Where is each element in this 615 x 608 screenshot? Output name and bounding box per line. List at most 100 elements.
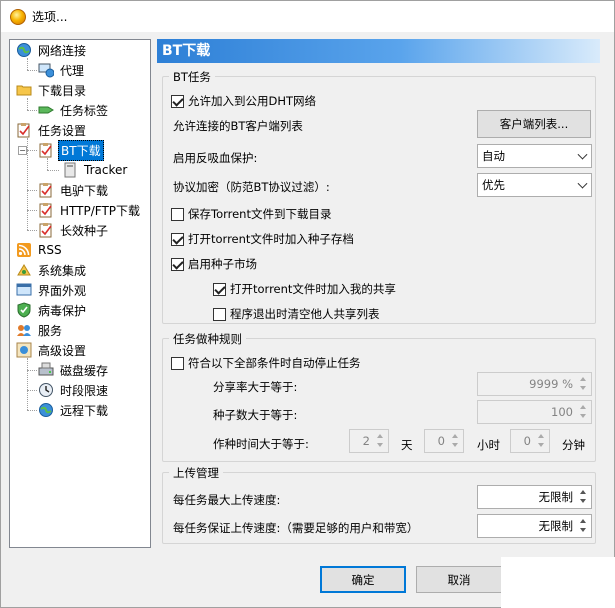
group-title: 上传管理: [169, 465, 223, 481]
spin-up-icon[interactable]: [576, 487, 590, 497]
encryption-select[interactable]: 优先: [477, 173, 592, 197]
tree-item-tracker[interactable]: Tracker: [62, 160, 129, 180]
clear-share-checkbox[interactable]: 程序退出时清空他人共享列表: [213, 306, 380, 322]
add-share-checkbox[interactable]: 打开torrent文件时加入我的共享: [213, 281, 396, 297]
checkbox-box[interactable]: [171, 207, 184, 221]
tree-label: 病毒保护: [38, 303, 87, 318]
spin-down-icon[interactable]: [448, 441, 462, 451]
checkbox-label: 允许加入到公用DHT网络: [188, 94, 317, 108]
checkbox-box[interactable]: [171, 94, 184, 108]
stepper-value: 100: [551, 405, 573, 419]
tree-item-edonkey[interactable]: 电驴下载: [38, 180, 110, 200]
anti-leech-label: 启用反吸血保护:: [173, 151, 258, 165]
spin-up-icon[interactable]: [534, 431, 548, 441]
spin-up-icon[interactable]: [576, 374, 590, 384]
hours-stepper[interactable]: 0: [424, 429, 464, 453]
tree-item-disk-cache[interactable]: 磁盘缓存: [38, 360, 110, 380]
tree-item-advanced[interactable]: 高级设置: [16, 340, 88, 360]
tree-item-virus-protection[interactable]: 病毒保护: [16, 300, 88, 320]
service-icon: [16, 322, 32, 338]
seed-count-label: 种子数大于等于:: [213, 408, 298, 422]
clients-list-label: 允许连接的BT客户端列表: [173, 119, 303, 133]
tree-item-long-seed[interactable]: 长效种子: [38, 220, 110, 240]
days-stepper[interactable]: 2: [349, 429, 389, 453]
spin-down-icon[interactable]: [534, 441, 548, 451]
checkbox-box[interactable]: [171, 356, 184, 370]
tree-item-http-ftp[interactable]: HTTP/FTP下载: [38, 200, 142, 220]
spin-down-icon[interactable]: [373, 441, 387, 451]
tree-label: 界面外观: [38, 283, 87, 298]
spin-down-icon[interactable]: [576, 412, 590, 422]
disk-icon: [38, 362, 54, 378]
tree-label: 下载目录: [38, 83, 87, 98]
tree-item-task-settings[interactable]: 任务设置: [16, 120, 88, 140]
tree-item-bt-download[interactable]: BT下载: [38, 139, 104, 161]
tree-item-time-limit[interactable]: 时段限速: [38, 380, 110, 400]
checkbox-label: 打开torrent文件时加入我的共享: [230, 282, 396, 296]
tree-label: 电驴下载: [60, 183, 109, 198]
remote-globe-icon: [38, 402, 54, 418]
options-dialog: 选项... − 网络连接 代理 下载目录 任务标签 任务设置 BT下载 Trac…: [0, 0, 615, 608]
hours-unit: 小时: [477, 438, 500, 452]
add-archive-checkbox[interactable]: 打开torrent文件时加入种子存档: [171, 231, 354, 247]
tree-label: HTTP/FTP下载: [60, 203, 141, 218]
seed-time-label: 作种时间大于等于:: [213, 437, 309, 451]
spin-up-icon[interactable]: [576, 516, 590, 526]
spin-up-icon[interactable]: [576, 402, 590, 412]
select-value: 自动: [482, 149, 505, 163]
seed-count-stepper[interactable]: 100: [477, 400, 592, 424]
chevron-down-icon: [577, 178, 588, 189]
seed-market-checkbox[interactable]: 启用种子市场: [171, 256, 257, 272]
tree-label: 网络连接: [38, 43, 87, 58]
tree-item-download-dir[interactable]: 下载目录: [16, 80, 88, 100]
checkbox-box[interactable]: [213, 282, 226, 296]
max-upload-stepper[interactable]: 无限制: [477, 485, 592, 509]
stepper-value: 0: [437, 434, 445, 448]
spin-down-icon[interactable]: [576, 384, 590, 394]
tree-label: 高级设置: [38, 343, 87, 358]
share-ratio-stepper[interactable]: 9999 %: [477, 372, 592, 396]
clients-list-button[interactable]: 客户端列表...: [477, 110, 591, 138]
tree-item-network[interactable]: 网络连接: [16, 40, 88, 60]
auto-stop-checkbox[interactable]: 符合以下全部条件时自动停止任务: [171, 355, 361, 371]
clipboard-icon: [38, 142, 54, 158]
tree-label: 服务: [38, 323, 63, 338]
tree-item-rss[interactable]: RSS: [16, 240, 64, 260]
cancel-button[interactable]: 取消: [416, 566, 502, 593]
tree-label: BT下载: [58, 139, 104, 161]
options-tree[interactable]: − 网络连接 代理 下载目录 任务标签 任务设置 BT下载 Tracker 电驴…: [9, 39, 151, 548]
spin-up-icon[interactable]: [373, 431, 387, 441]
checkbox-label: 符合以下全部条件时自动停止任务: [188, 356, 361, 370]
tree-label: 磁盘缓存: [60, 363, 109, 378]
checkbox-box[interactable]: [213, 307, 226, 321]
folder-icon: [16, 82, 32, 98]
guarantee-upload-stepper[interactable]: 无限制: [477, 514, 592, 538]
advanced-icon: [16, 342, 32, 358]
tree-item-service[interactable]: 服务: [16, 320, 64, 340]
rss-icon: [16, 242, 32, 258]
stepper-value: 2: [362, 434, 370, 448]
spin-down-icon[interactable]: [576, 497, 590, 507]
tree-label: 系统集成: [38, 263, 87, 278]
minutes-unit: 分钟: [562, 438, 585, 452]
collapse-bt-expander[interactable]: −: [18, 146, 27, 155]
tree-item-proxy[interactable]: 代理: [38, 60, 86, 80]
checkbox-box[interactable]: [171, 232, 184, 246]
tree-item-remote-download[interactable]: 远程下载: [38, 400, 110, 420]
ok-button[interactable]: 确定: [320, 566, 406, 593]
anti-leech-select[interactable]: 自动: [477, 144, 592, 168]
days-unit: 天: [401, 438, 413, 452]
minutes-stepper[interactable]: 0: [510, 429, 550, 453]
clipboard-icon: [16, 122, 32, 138]
tree-item-appearance[interactable]: 界面外观: [16, 280, 88, 300]
stepper-value: 无限制: [538, 519, 574, 533]
save-torrent-checkbox[interactable]: 保存Torrent文件到下载目录: [171, 206, 331, 222]
tree-item-system-integration[interactable]: 系统集成: [16, 260, 88, 280]
spin-down-icon[interactable]: [576, 526, 590, 536]
clipboard-icon: [38, 182, 54, 198]
dht-checkbox[interactable]: 允许加入到公用DHT网络: [171, 93, 316, 109]
tree-item-task-tags[interactable]: 任务标签: [38, 100, 110, 120]
checkbox-box[interactable]: [171, 257, 184, 271]
clipboard-icon: [38, 202, 54, 218]
spin-up-icon[interactable]: [448, 431, 462, 441]
